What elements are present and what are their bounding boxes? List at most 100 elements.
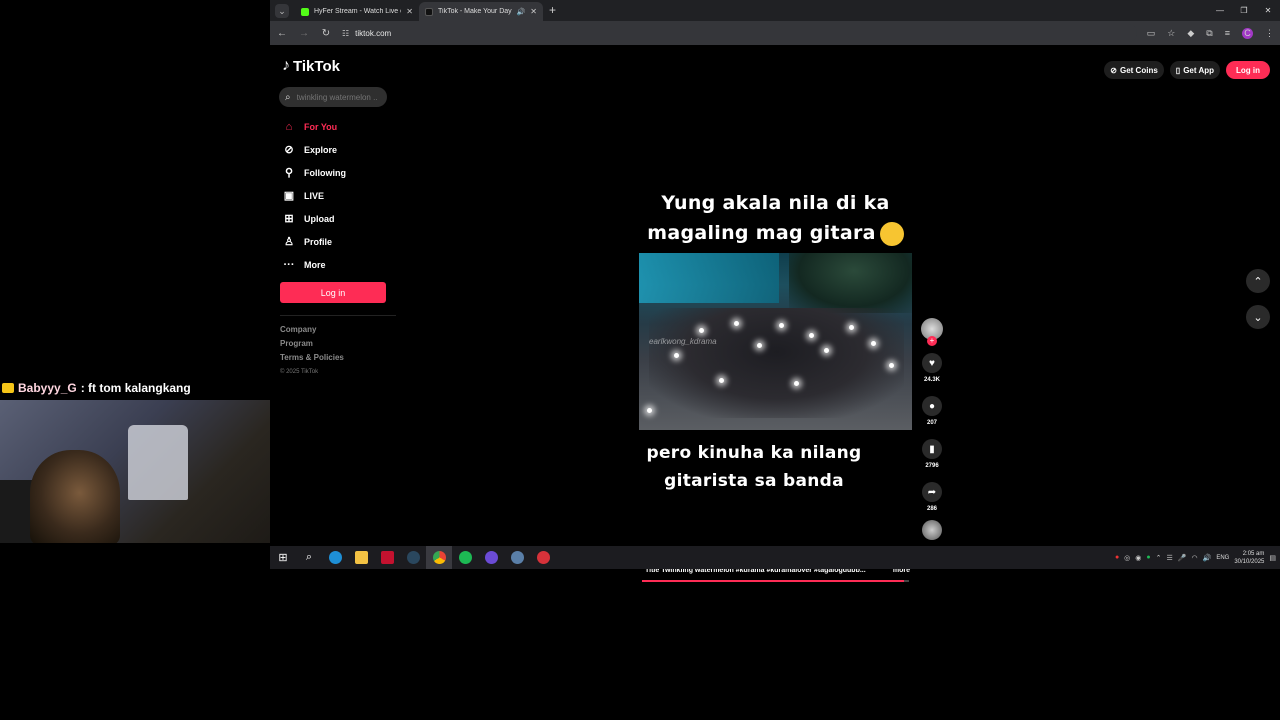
header-login-button[interactable]: Log in: [1226, 61, 1270, 79]
url-text: tiktok.com: [355, 28, 392, 38]
chat-username: Babyyy_G: [18, 381, 77, 395]
chrome-icon[interactable]: [426, 546, 452, 569]
notification-icon[interactable]: ▤: [1269, 554, 1276, 562]
obs-icon[interactable]: [478, 546, 504, 569]
back-icon[interactable]: ←: [276, 28, 288, 39]
compass-icon: ⊘: [284, 144, 294, 156]
like-action[interactable]: ♥ 24.3K: [918, 353, 946, 383]
close-tab-icon[interactable]: ✕: [406, 7, 413, 16]
recording-app-icon[interactable]: [530, 546, 556, 569]
wifi-icon[interactable]: ◠: [1192, 554, 1198, 562]
settings-app-icon[interactable]: [504, 546, 530, 569]
video-progress-bar[interactable]: [642, 580, 909, 582]
sidebar-item-label: For You: [304, 121, 338, 132]
creator-avatar[interactable]: +: [921, 318, 943, 346]
profile-avatar[interactable]: C: [1242, 27, 1253, 39]
steam-icon[interactable]: [400, 546, 426, 569]
get-app-button[interactable]: ▯ Get App: [1169, 61, 1220, 79]
chat-message: Babyyy_G : ft tom kalangkang: [2, 380, 191, 396]
menu-dots-icon[interactable]: ⋮: [1265, 28, 1274, 39]
coin-icon: ⊘: [1110, 65, 1117, 75]
share-icon[interactable]: ➦: [922, 482, 942, 502]
share-action[interactable]: ➦ 286: [918, 482, 946, 512]
footer-link-program[interactable]: Program: [280, 339, 344, 353]
save-action[interactable]: ▮ 2796: [918, 439, 946, 469]
sidebar-item-explore[interactable]: ⊘ Explore: [282, 138, 392, 161]
language-indicator[interactable]: ENG: [1216, 555, 1229, 561]
live-icon: ▣: [283, 190, 295, 202]
save-count: 2796: [925, 463, 939, 469]
search-input[interactable]: [296, 92, 377, 102]
url-field[interactable]: ☷ tiktok.com: [342, 24, 1137, 42]
footer-link-terms[interactable]: Terms & Policies: [280, 353, 344, 367]
media-player-icon[interactable]: [374, 546, 400, 569]
close-window-icon[interactable]: ✕: [1256, 0, 1280, 20]
sidebar-item-label: Following: [304, 167, 346, 178]
search-icon[interactable]: ⌕: [296, 546, 322, 569]
search-icon[interactable]: ⌕: [285, 92, 291, 103]
system-tray: ● ◎ ◉ ● ⌃ ☰ 🎤 ◠ 🔊 ENG 2:05 am 30/10/2025…: [1115, 546, 1276, 569]
media-control-icon[interactable]: ≡: [1225, 28, 1230, 38]
site-info-icon[interactable]: ☷: [342, 29, 349, 38]
sidebar-item-for-you[interactable]: ⌂ For You: [282, 115, 392, 138]
tray-app-icon[interactable]: ◎: [1124, 554, 1130, 562]
network-icon[interactable]: ☰: [1167, 554, 1173, 562]
kick-favicon-icon: [301, 7, 309, 16]
tray-spotify-icon[interactable]: ●: [1146, 554, 1150, 561]
footer-link-company[interactable]: Company: [280, 325, 344, 339]
sidebar-item-profile[interactable]: ♙ Profile: [282, 230, 392, 253]
restore-icon[interactable]: ❐: [1232, 0, 1256, 20]
heart-icon[interactable]: ♥: [922, 353, 942, 373]
tab-kick[interactable]: HyFer Stream - Watch Live on Kick ✕: [295, 2, 419, 21]
microphone-icon[interactable]: 🎤: [1178, 554, 1187, 562]
tab-title: TikTok - Make Your Day: [438, 8, 512, 15]
next-video-button[interactable]: ⌄: [1246, 305, 1270, 329]
phone-light: [674, 353, 679, 358]
edge-icon[interactable]: [322, 546, 348, 569]
extensions-puzzle-icon[interactable]: ⧉: [1206, 28, 1212, 39]
bookmark-star-icon[interactable]: ☆: [1167, 28, 1175, 39]
video-player[interactable]: Yung akala nila di ka magaling mag gitar…: [639, 90, 912, 582]
bookmark-icon[interactable]: ▮: [922, 439, 942, 459]
comment-icon[interactable]: ●: [922, 396, 942, 416]
extension-diamond-icon[interactable]: ◆: [1187, 28, 1194, 39]
reload-icon[interactable]: ↻: [320, 28, 332, 39]
sidebar-item-label: More: [304, 259, 326, 270]
start-windows-icon[interactable]: ⊞: [270, 546, 296, 569]
file-explorer-icon[interactable]: [348, 546, 374, 569]
browser-window: ⌄ HyFer Stream - Watch Live on Kick ✕ Ti…: [270, 0, 1280, 582]
comment-action[interactable]: ● 207: [918, 396, 946, 426]
sidebar-item-following[interactable]: ⚲ Following: [282, 161, 392, 184]
forward-icon[interactable]: →: [298, 28, 310, 39]
get-coins-button[interactable]: ⊘ Get Coins: [1104, 61, 1164, 79]
get-app-label: Get App: [1183, 65, 1214, 75]
feed-navigation: ⌃ ⌄: [1246, 269, 1270, 341]
close-tab-icon[interactable]: ✕: [530, 7, 537, 16]
tab-tiktok[interactable]: TikTok - Make Your Day 🔊 ✕: [419, 2, 543, 21]
sidebar-login-button[interactable]: Log in: [280, 282, 386, 303]
sidebar-item-upload[interactable]: ⊞ Upload: [282, 207, 392, 230]
sidebar-item-more[interactable]: ··· More: [282, 253, 392, 276]
tiktok-logo[interactable]: ♪ TikTok: [282, 57, 340, 75]
minimize-icon[interactable]: —: [1208, 0, 1232, 20]
sidebar-item-live[interactable]: ▣ LIVE: [282, 184, 392, 207]
tray-chevron-icon[interactable]: ⌃: [1156, 554, 1162, 562]
previous-video-button[interactable]: ⌃: [1246, 269, 1270, 293]
spotify-icon[interactable]: [452, 546, 478, 569]
volume-icon[interactable]: 🔊: [1203, 554, 1212, 562]
new-tab-icon[interactable]: +: [549, 3, 556, 17]
grinning-emoji-icon: [879, 221, 904, 246]
tray-app-icon[interactable]: ◉: [1135, 554, 1141, 562]
clock[interactable]: 2:05 am 30/10/2025: [1234, 550, 1264, 566]
search-box[interactable]: ⌕: [279, 87, 387, 107]
logo-text: TikTok: [293, 57, 340, 75]
music-disc-icon[interactable]: [922, 520, 942, 540]
cast-icon[interactable]: ▭: [1147, 28, 1156, 39]
tray-record-icon[interactable]: ●: [1115, 554, 1119, 561]
clock-time: 2:05 am: [1242, 550, 1265, 557]
phone-light: [779, 323, 784, 328]
speaker-icon[interactable]: 🔊: [517, 8, 526, 16]
video-crowd: [649, 308, 904, 418]
tab-search-button[interactable]: ⌄: [275, 4, 289, 18]
follow-plus-icon[interactable]: +: [927, 336, 937, 346]
